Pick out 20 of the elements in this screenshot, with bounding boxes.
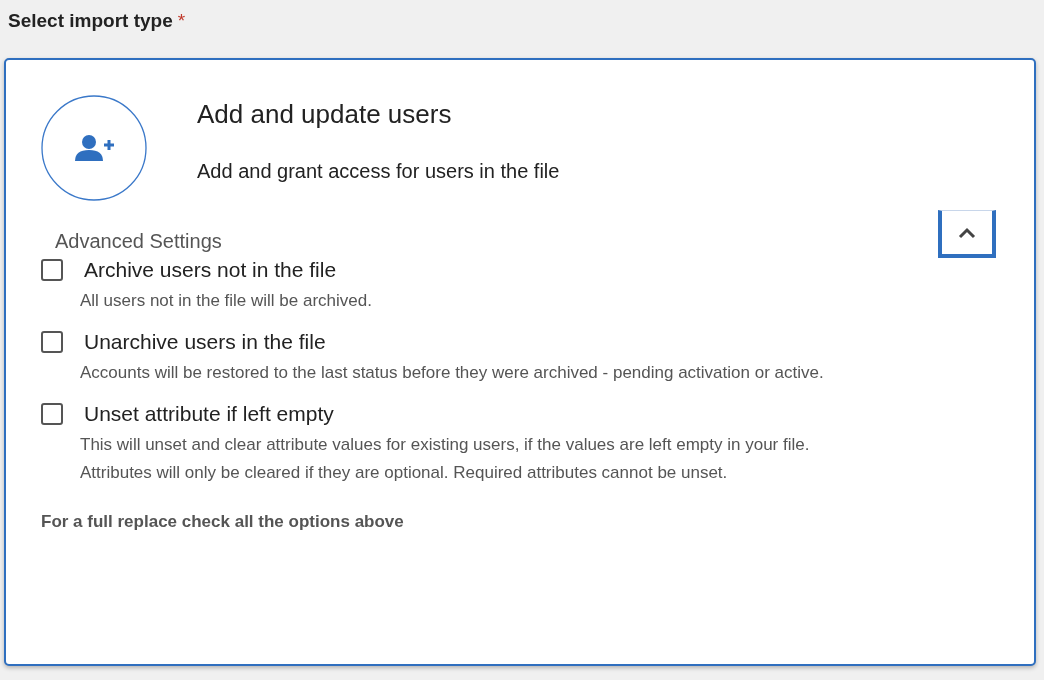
option-description: Add and grant access for users in the file xyxy=(197,160,560,183)
setting-description: Accounts will be restored to the last status before they were archived - pending activation or active. xyxy=(79,364,825,382)
option-title: Add and update users xyxy=(197,99,453,130)
setting-description: All users not in the file will be archived. xyxy=(79,292,373,310)
checkbox[interactable] xyxy=(41,403,63,425)
setting-label: Archive users not in the file xyxy=(84,258,337,282)
add-user-icon xyxy=(41,95,147,201)
setting-description: This will unset and clear attribute values for existing users, if the values are left empty in your file. xyxy=(79,436,811,454)
setting-label: Unarchive users in the file xyxy=(84,330,326,354)
setting-description: Attributes will only be cleared if they are optional. Required attributes cannot be unset. xyxy=(79,464,729,482)
advanced-settings-label: Advanced Settings xyxy=(55,230,222,253)
field-label: Select import type xyxy=(8,10,173,32)
import-type-card[interactable] xyxy=(4,58,1036,666)
chevron-icon xyxy=(957,226,977,239)
note-text: For a full replace check all the options above xyxy=(41,512,405,532)
checkbox[interactable] xyxy=(41,259,63,281)
required-mark: * xyxy=(177,10,186,32)
setting-label: Unset attribute if left empty xyxy=(84,402,334,426)
checkbox[interactable] xyxy=(41,331,63,353)
collapse-button[interactable] xyxy=(938,210,996,258)
